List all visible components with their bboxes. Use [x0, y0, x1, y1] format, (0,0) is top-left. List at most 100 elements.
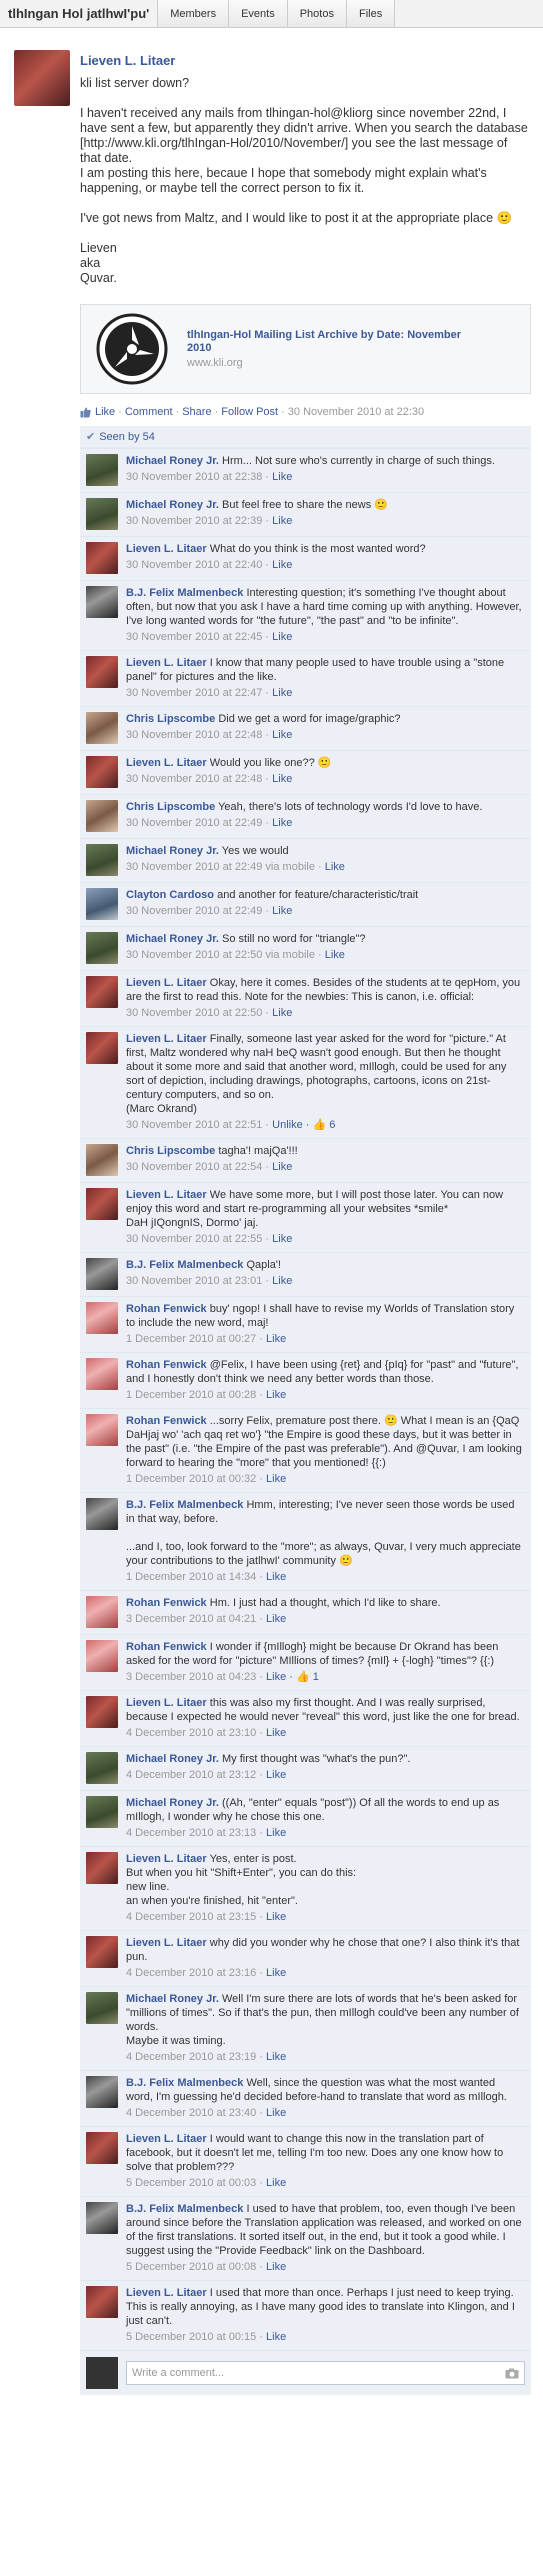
commenter-name[interactable]: Chris Lipscombe: [126, 801, 215, 813]
commenter-name[interactable]: Lieven L. Litaer: [126, 1853, 207, 1865]
commenter-avatar[interactable]: [86, 2132, 118, 2164]
comment-like-link[interactable]: Like: [272, 905, 292, 917]
comment-like-link[interactable]: Like: [266, 2177, 286, 2189]
commenter-avatar[interactable]: [86, 1258, 118, 1290]
commenter-avatar[interactable]: [86, 2286, 118, 2318]
comment-like-link[interactable]: Like: [266, 2331, 286, 2343]
comment-like-link[interactable]: Like: [266, 2261, 286, 2273]
commenter-name[interactable]: Rohan Fenwick: [126, 1415, 207, 1427]
comment-like-link[interactable]: Like: [266, 1911, 286, 1923]
comment-like-link[interactable]: Like: [325, 861, 345, 873]
commenter-name[interactable]: Chris Lipscombe: [126, 1145, 215, 1157]
comment-like-link[interactable]: Like: [272, 471, 292, 483]
comment-like-link[interactable]: Like: [272, 687, 292, 699]
commenter-name[interactable]: Lieven L. Litaer: [126, 1697, 207, 1709]
commenter-avatar[interactable]: [86, 2202, 118, 2234]
commenter-name[interactable]: Lieven L. Litaer: [126, 977, 207, 989]
comment-like-link[interactable]: Like: [272, 729, 292, 741]
comment-like-link[interactable]: Like: [266, 1827, 286, 1839]
commenter-name[interactable]: Michael Roney Jr.: [126, 1753, 219, 1765]
commenter-avatar[interactable]: [86, 656, 118, 688]
commenter-name[interactable]: Lieven L. Litaer: [126, 2287, 207, 2299]
commenter-name[interactable]: Rohan Fenwick: [126, 1359, 207, 1371]
comment-like-link[interactable]: Like: [272, 773, 292, 785]
commenter-avatar[interactable]: [86, 454, 118, 486]
comment-like-link[interactable]: Like · 👍 1: [266, 1671, 319, 1683]
commenter-name[interactable]: Lieven L. Litaer: [126, 1189, 207, 1201]
commenter-name[interactable]: Chris Lipscombe: [126, 713, 215, 725]
comment-like-link[interactable]: Like: [266, 1967, 286, 1979]
tab-photos[interactable]: Photos: [286, 0, 346, 27]
commenter-avatar[interactable]: [86, 498, 118, 530]
comment-input[interactable]: Write a comment...: [126, 2361, 525, 2385]
comment-like-link[interactable]: Like: [266, 1473, 286, 1485]
commenter-name[interactable]: B.J. Felix Malmenbeck: [126, 2203, 243, 2215]
comment-like-link[interactable]: Like: [266, 1571, 286, 1583]
commenter-avatar[interactable]: [86, 932, 118, 964]
commenter-name[interactable]: Rohan Fenwick: [126, 1303, 207, 1315]
comment-like-link[interactable]: Like: [272, 1275, 292, 1287]
commenter-avatar[interactable]: [86, 976, 118, 1008]
commenter-name[interactable]: B.J. Felix Malmenbeck: [126, 587, 243, 599]
commenter-avatar[interactable]: [86, 1414, 118, 1446]
comment-like-link[interactable]: Like: [266, 2107, 286, 2119]
commenter-name[interactable]: Lieven L. Litaer: [126, 2133, 207, 2145]
comment-link[interactable]: Comment: [125, 406, 173, 418]
comment-like-link[interactable]: Unlike · 👍 6: [272, 1119, 335, 1131]
link-title[interactable]: tlhIngan-Hol Mailing List Archive by Dat…: [187, 329, 467, 355]
commenter-avatar[interactable]: [86, 1358, 118, 1390]
commenter-avatar[interactable]: [86, 542, 118, 574]
commenter-name[interactable]: Michael Roney Jr.: [126, 455, 219, 467]
comment-like-link[interactable]: Like: [325, 949, 345, 961]
commenter-avatar[interactable]: [86, 1032, 118, 1064]
comment-like-link[interactable]: Like: [266, 1333, 286, 1345]
commenter-name[interactable]: B.J. Felix Malmenbeck: [126, 1499, 243, 1511]
camera-icon[interactable]: [505, 2368, 519, 2379]
commenter-name[interactable]: Michael Roney Jr.: [126, 845, 219, 857]
commenter-avatar[interactable]: [86, 1796, 118, 1828]
commenter-name[interactable]: Lieven L. Litaer: [126, 657, 207, 669]
comment-like-link[interactable]: Like: [266, 2051, 286, 2063]
commenter-avatar[interactable]: [86, 1696, 118, 1728]
share-link[interactable]: Share: [182, 406, 211, 418]
follow-post-link[interactable]: Follow Post: [221, 406, 278, 418]
commenter-name[interactable]: B.J. Felix Malmenbeck: [126, 1259, 243, 1271]
commenter-avatar[interactable]: [86, 1852, 118, 1884]
commenter-avatar[interactable]: [86, 1992, 118, 2024]
comment-like-link[interactable]: Like: [272, 1233, 292, 1245]
commenter-name[interactable]: Lieven L. Litaer: [126, 1937, 207, 1949]
comment-like-link[interactable]: Like: [272, 559, 292, 571]
commenter-name[interactable]: B.J. Felix Malmenbeck: [126, 2077, 243, 2089]
commenter-avatar[interactable]: [86, 844, 118, 876]
group-name[interactable]: tlhIngan Hol jatlhwI'pu': [0, 0, 157, 27]
commenter-avatar[interactable]: [86, 1144, 118, 1176]
comment-like-link[interactable]: Like: [266, 1389, 286, 1401]
like-link[interactable]: Like: [95, 406, 115, 418]
comment-like-link[interactable]: Like: [266, 1613, 286, 1625]
commenter-name[interactable]: Michael Roney Jr.: [126, 1797, 219, 1809]
comment-like-link[interactable]: Like: [266, 1727, 286, 1739]
commenter-avatar[interactable]: [86, 586, 118, 618]
tab-members[interactable]: Members: [157, 0, 229, 27]
commenter-name[interactable]: Michael Roney Jr.: [126, 933, 219, 945]
tab-events[interactable]: Events: [228, 0, 287, 27]
commenter-avatar[interactable]: [86, 1188, 118, 1220]
commenter-avatar[interactable]: [86, 1640, 118, 1672]
link-preview[interactable]: tlhIngan-Hol Mailing List Archive by Dat…: [80, 304, 531, 394]
comment-like-link[interactable]: Like: [272, 1161, 292, 1173]
commenter-name[interactable]: Lieven L. Litaer: [126, 543, 207, 555]
commenter-name[interactable]: Rohan Fenwick: [126, 1597, 207, 1609]
author-avatar[interactable]: [14, 50, 70, 106]
commenter-avatar[interactable]: [86, 2076, 118, 2108]
commenter-avatar[interactable]: [86, 800, 118, 832]
commenter-name[interactable]: Michael Roney Jr.: [126, 499, 219, 511]
comment-like-link[interactable]: Like: [272, 1007, 292, 1019]
commenter-avatar[interactable]: [86, 1498, 118, 1530]
kli-logo-icon[interactable]: [89, 312, 175, 386]
commenter-name[interactable]: Rohan Fenwick: [126, 1641, 207, 1653]
comment-like-link[interactable]: Like: [272, 631, 292, 643]
commenter-avatar[interactable]: [86, 712, 118, 744]
commenter-name[interactable]: Lieven L. Litaer: [126, 757, 207, 769]
post-author[interactable]: Lieven L. Litaer: [80, 53, 531, 68]
comment-like-link[interactable]: Like: [272, 515, 292, 527]
